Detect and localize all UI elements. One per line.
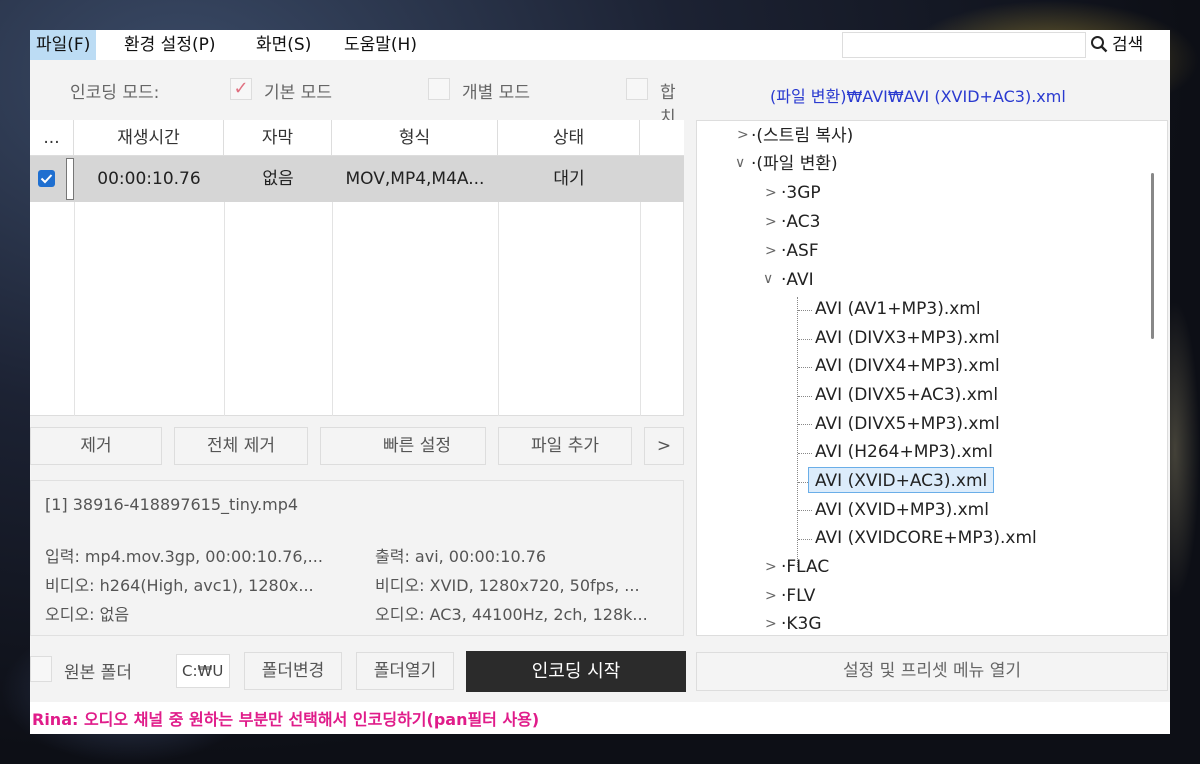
info-video-in: 비디오: h264(High, avc1), 1280x...	[45, 576, 314, 595]
tree-connector	[798, 310, 812, 311]
row-handle	[66, 158, 74, 200]
output-path-field[interactable]: C:₩U	[176, 654, 230, 688]
menu-file[interactable]: 파일(F)	[30, 30, 97, 60]
info-input: 입력: mp4.mov.3gp, 00:00:10.76,...	[45, 547, 323, 566]
row-subtitle: 없음	[262, 169, 294, 189]
open-settings-menu-button[interactable]: 설정 및 프리셋 메뉴 열기	[696, 652, 1168, 691]
chevron-right-icon[interactable]: >	[765, 214, 777, 230]
individual-mode-label: 개별 모드	[462, 83, 530, 103]
tree-preset-item[interactable]: AVI (DIVX3+MP3).xml	[815, 325, 1000, 351]
column-header-duration[interactable]: 재생시간	[74, 120, 224, 156]
individual-mode-checkbox[interactable]	[428, 78, 450, 100]
tree-node-ac3[interactable]: ·AC3	[781, 209, 820, 235]
table-row[interactable]: 00:00:10.76 없음 MOV,MP4,M4A... 대기	[30, 156, 684, 202]
source-folder-label: 원본 폴더	[64, 663, 132, 683]
tree-connector	[797, 297, 798, 567]
chevron-right-icon[interactable]: >	[765, 243, 777, 259]
merge-mode-checkbox[interactable]	[626, 78, 648, 100]
checkmark-icon: ✓	[233, 78, 249, 99]
menu-view[interactable]: 화면(S)	[250, 30, 317, 60]
add-file-button[interactable]: 파일 추가	[498, 427, 632, 465]
tree-preset-item-selected[interactable]: AVI (XVID+AC3).xml	[808, 467, 995, 493]
column-divider	[640, 202, 641, 416]
chevron-right-icon[interactable]: >	[765, 616, 777, 632]
tree-connector	[798, 539, 812, 540]
search-button[interactable]: 검색	[1090, 30, 1143, 60]
tree-node-file-convert[interactable]: ·(파일 변환)	[751, 151, 838, 177]
tree-connector	[798, 367, 812, 368]
status-bar: Rina: 오디오 채널 중 원하는 부분만 선택해서 인코딩하기(pan필터 …	[30, 702, 1170, 734]
tree-preset-item[interactable]: AVI (XVID+MP3).xml	[815, 497, 989, 523]
tree-node-k3g[interactable]: ·K3G	[781, 611, 822, 635]
info-audio-out: 오디오: AC3, 44100Hz, 2ch, 128k...	[375, 605, 648, 624]
column-divider	[332, 202, 333, 416]
column-divider	[224, 202, 225, 416]
row-status: 대기	[553, 169, 585, 189]
tree-connector	[798, 453, 812, 454]
remove-all-button[interactable]: 전체 제거	[174, 427, 308, 465]
source-folder-checkbox[interactable]	[30, 656, 52, 682]
start-encoding-button[interactable]: 인코딩 시작	[466, 651, 686, 692]
tree-preset-item[interactable]: AVI (XVIDCORE+MP3).xml	[815, 525, 1037, 551]
column-divider	[498, 202, 499, 416]
tree-connector	[798, 510, 812, 511]
tree-preset-item[interactable]: AVI (AV1+MP3).xml	[815, 296, 981, 322]
tree-connector	[798, 339, 812, 340]
preset-path: (파일 변환)₩AVI₩AVI (XVID+AC3).xml	[770, 87, 1066, 106]
tree-connector	[798, 396, 812, 397]
encoding-mode-label: 인코딩 모드:	[70, 83, 160, 103]
row-format: MOV,MP4,M4A...	[345, 169, 485, 189]
basic-mode-checkbox[interactable]: ✓	[230, 78, 252, 100]
chevron-right-icon[interactable]: >	[765, 185, 777, 201]
tree-preset-item[interactable]: AVI (DIVX4+MP3).xml	[815, 353, 1000, 379]
app-window: 파일(F) 환경 설정(P) 화면(S) 도움말(H) 검색 인코딩 모드: ✓…	[30, 30, 1170, 734]
search-input[interactable]	[842, 32, 1086, 58]
menu-help[interactable]: 도움말(H)	[338, 30, 423, 60]
info-video-out: 비디오: XVID, 1280x720, 50fps, ...	[375, 576, 640, 595]
info-output: 출력: avi, 00:00:10.76	[375, 547, 547, 566]
tree-node-avi[interactable]: ·AVI	[781, 267, 814, 293]
chevron-right-icon[interactable]: >	[765, 559, 777, 575]
file-table: ... 재생시간 자막 형식 상태 00:00:10.76 없음 MOV,MP4…	[30, 120, 684, 416]
tree-node-asf[interactable]: ·ASF	[781, 238, 819, 264]
more-button[interactable]: >	[644, 427, 684, 465]
status-message[interactable]: Rina: 오디오 채널 중 원하는 부분만 선택해서 인코딩하기(pan필터 …	[32, 706, 539, 730]
info-audio-in: 오디오: 없음	[45, 605, 130, 624]
tree-scrollbar[interactable]	[1151, 173, 1154, 339]
tree-node-stream-copy[interactable]: ·(스트림 복사)	[751, 123, 853, 149]
remove-button[interactable]: 제거	[30, 427, 162, 465]
search-label: 검색	[1112, 35, 1144, 55]
tree-preset-item[interactable]: AVI (DIVX5+MP3).xml	[815, 411, 1000, 437]
chevron-right-icon[interactable]: >	[765, 588, 777, 604]
row-checkbox[interactable]	[38, 170, 55, 187]
column-header-more[interactable]: ...	[30, 120, 74, 156]
basic-mode-label: 기본 모드	[264, 83, 332, 103]
tree-preset-item[interactable]: AVI (DIVX5+AC3).xml	[815, 382, 998, 408]
change-folder-button[interactable]: 폴더변경	[244, 652, 342, 690]
preset-tree: > ·(스트림 복사) ∨ ·(파일 변환) > ·3GP > ·AC3 > ·…	[696, 120, 1168, 636]
chevron-right-icon[interactable]: >	[737, 127, 749, 143]
quick-settings-button[interactable]: 빠른 설정	[320, 427, 486, 465]
open-folder-button[interactable]: 폴더열기	[356, 652, 454, 690]
file-info-panel: [1] 38916-418897615_tiny.mp4 입력: mp4.mov…	[30, 480, 684, 636]
tree-node-flac[interactable]: ·FLAC	[781, 554, 829, 580]
row-duration: 00:00:10.76	[97, 169, 201, 189]
tree-node-3gp[interactable]: ·3GP	[781, 180, 821, 206]
table-header: ... 재생시간 자막 형식 상태	[30, 120, 684, 156]
column-header-subtitle[interactable]: 자막	[224, 120, 332, 156]
chevron-down-icon[interactable]: ∨	[735, 155, 745, 171]
tree-preset-item[interactable]: AVI (H264+MP3).xml	[815, 439, 993, 465]
column-header-status[interactable]: 상태	[498, 120, 640, 156]
tree-connector	[798, 424, 812, 425]
info-filename: [1] 38916-418897615_tiny.mp4	[45, 495, 299, 514]
tree-node-flv[interactable]: ·FLV	[781, 583, 815, 609]
menu-bar: 파일(F) 환경 설정(P) 화면(S) 도움말(H) 검색	[30, 30, 1170, 60]
search-icon	[1090, 35, 1112, 55]
column-header-format[interactable]: 형식	[332, 120, 498, 156]
menu-preferences[interactable]: 환경 설정(P)	[118, 30, 221, 60]
chevron-down-icon[interactable]: ∨	[763, 271, 773, 287]
column-divider	[74, 202, 75, 416]
